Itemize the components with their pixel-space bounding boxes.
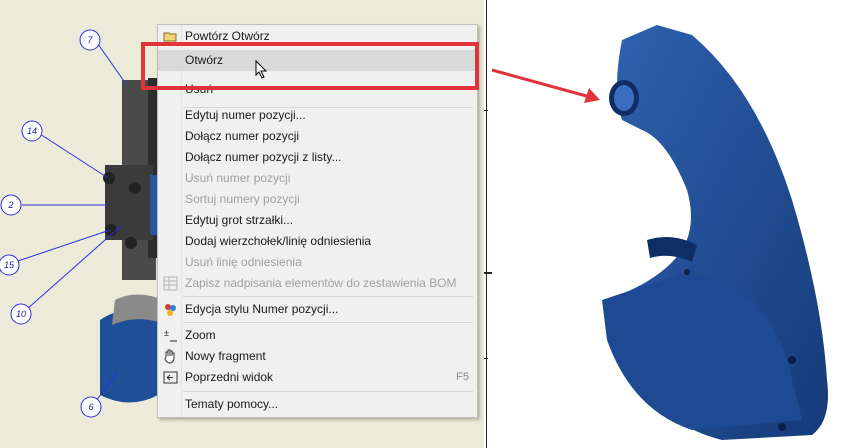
balloon-2-label: 2 [7,200,13,210]
menu-item-pan[interactable]: Nowy fragment [158,346,477,367]
menu-item-help-topics[interactable]: Tematy pomocy... [158,394,477,415]
menu-item-attach-from-list[interactable]: Dołącz numer pozycji z listy... [158,147,477,168]
sheet-border [484,0,492,448]
menu-label: Nowy fragment [185,349,266,363]
menu-item-add-vertex-leader[interactable]: Dodaj wierzchołek/linię odniesienia [158,231,477,252]
pan-hand-icon [162,348,179,365]
menu-item-previous-view[interactable]: Poprzedni widok F5 [158,367,477,388]
menu-label: Dołącz numer pozycji [185,129,300,143]
menu-item-save-bom-overrides: Zapisz nadpisania elementów do zestawien… [158,273,477,294]
menu-label: Zoom [185,328,216,342]
menu-label: Usuń linię odniesienia [185,255,302,269]
menu-label: Edytuj grot strzałki... [185,213,294,227]
balloon-15-label: 15 [4,260,15,270]
highlight-box [141,42,479,90]
menu-item-zoom[interactable]: ± Zoom [158,325,477,346]
bracket-part-render [602,25,828,440]
menu-item-sort-item-numbers: Sortuj numery pozycji [158,189,477,210]
menu-label: Dodaj wierzchołek/linię odniesienia [185,234,372,248]
shortcut-label: F5 [456,371,469,383]
menu-label: Sortuj numery pozycji [185,192,300,206]
menu-label: Zapisz nadpisania elementów do zestawien… [185,276,457,290]
menu-label: Edytuj numer pozycji... [185,108,306,122]
blue-part [100,310,158,403]
balloon-10-label: 10 [16,309,26,319]
previous-view-icon [162,369,179,386]
style-palette-icon [162,301,179,318]
menu-label: Dołącz numer pozycji z listy... [185,150,342,164]
menu-label: Powtórz Otwórz [185,29,270,43]
svg-text:±: ± [164,328,169,338]
menu-item-edit-arrowhead[interactable]: Edytuj grot strzałki... [158,210,477,231]
balloon-6-label: 6 [88,402,93,412]
bom-table-icon [162,275,179,292]
part-3d-view [492,0,861,448]
menu-label: Usuń numer pozycji [185,171,291,185]
menu-item-edit-item-number[interactable]: Edytuj numer pozycji... [158,105,477,126]
menu-label: Edycja stylu Numer pozycji... [185,302,339,316]
menu-item-remove-item-number: Usuń numer pozycji [158,168,477,189]
menu-label: Tematy pomocy... [185,397,279,411]
mouse-cursor-icon [255,60,268,79]
balloon-14-label: 14 [27,126,37,136]
menu-item-attach-item-number[interactable]: Dołącz numer pozycji [158,126,477,147]
menu-item-remove-leader: Usuń linię odniesienia [158,252,477,273]
menu-item-edit-balloon-style[interactable]: Edycja stylu Numer pozycji... [158,299,477,320]
menu-label: Poprzedni widok [185,370,274,384]
zoom-icon: ± [162,327,179,344]
